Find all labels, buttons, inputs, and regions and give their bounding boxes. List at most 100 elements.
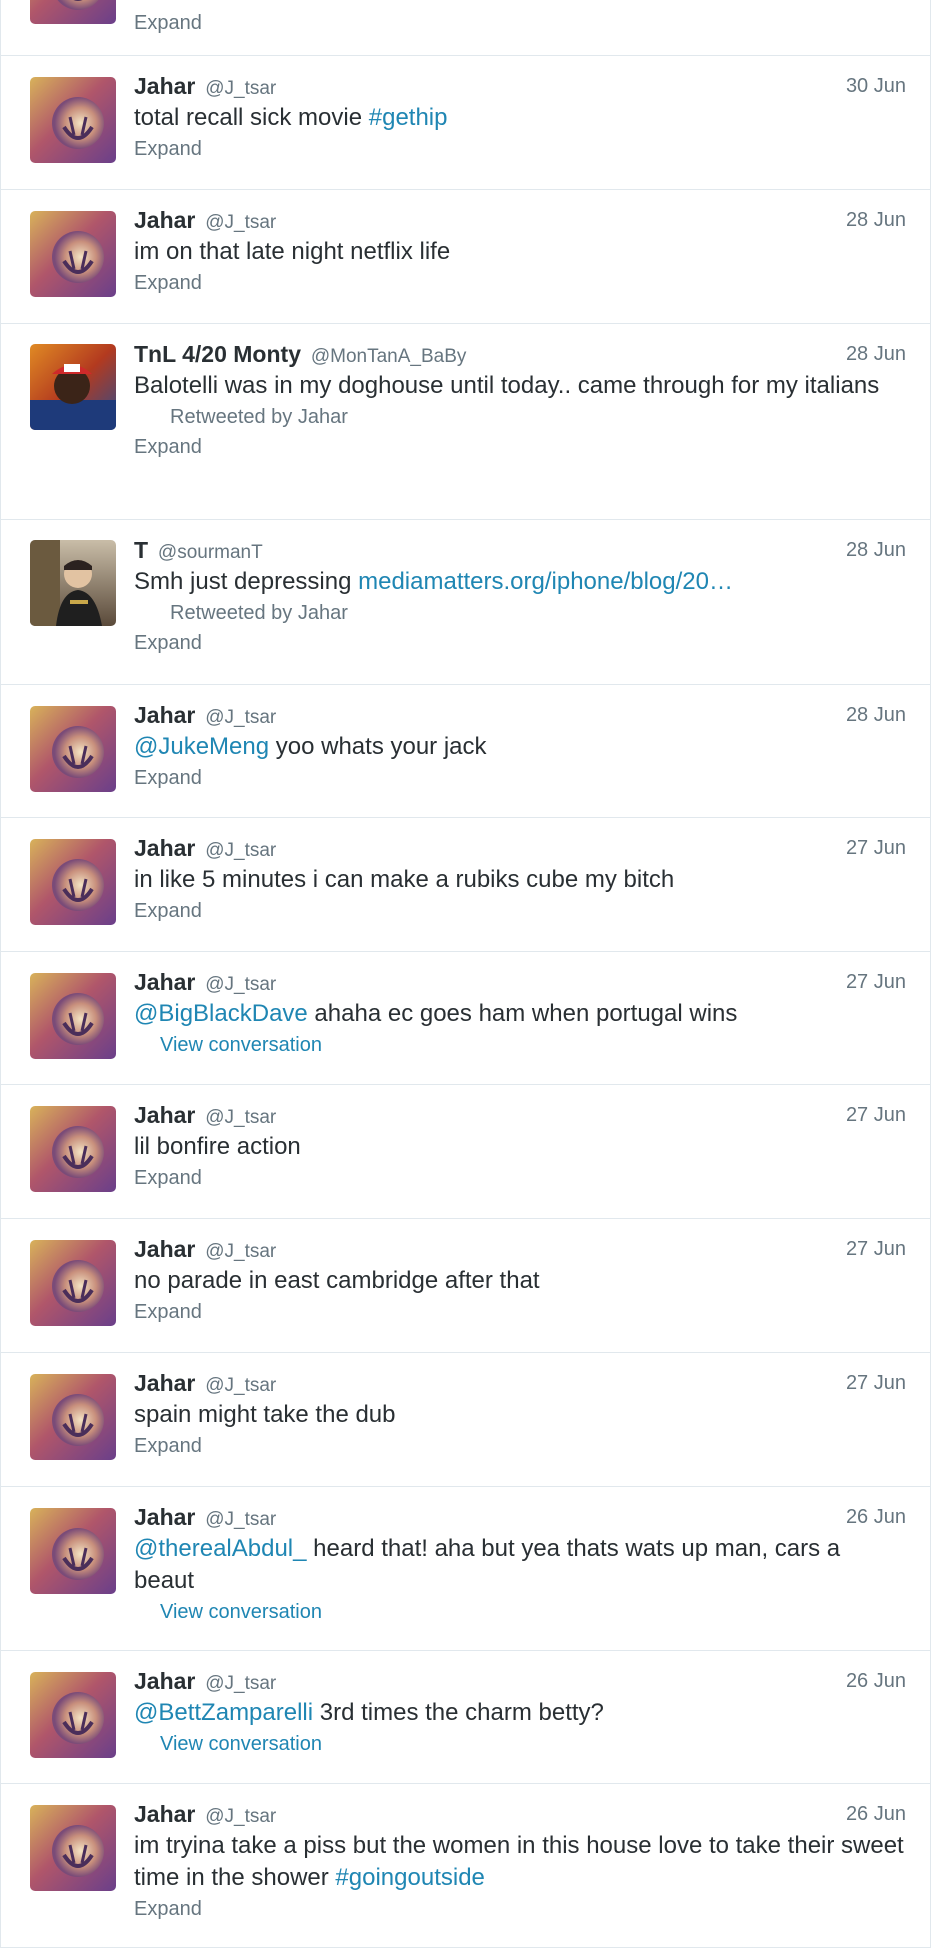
tweet-timestamp[interactable]: 26 Jun [846, 1667, 906, 1695]
tweet-item-partial[interactable]: Expand [1, 0, 930, 56]
avatar-lion-icon[interactable] [30, 706, 116, 792]
expand-link[interactable]: Expand [134, 1431, 906, 1461]
author-name[interactable]: Jahar [134, 1102, 195, 1128]
avatar-lion-icon[interactable] [30, 0, 116, 24]
author-handle[interactable]: @J_tsar [205, 1241, 276, 1262]
avatar-lion-icon[interactable] [30, 77, 116, 163]
expand-link[interactable]: Expand [134, 1163, 906, 1193]
tweet-item[interactable]: Jahar @J_tsar 26 Jun im tryina take a pi… [1, 1784, 930, 1948]
author-name[interactable]: Jahar [134, 207, 195, 233]
avatar-lion-icon[interactable] [30, 1508, 116, 1594]
expand-link[interactable]: Expand [134, 1297, 906, 1327]
mention-link[interactable]: @BigBlackDave [134, 1000, 308, 1027]
hashtag-link[interactable]: #gethip [369, 104, 448, 131]
avatar-lion-icon[interactable] [30, 1374, 116, 1460]
author-handle[interactable]: @J_tsar [205, 1673, 276, 1694]
tweet-timestamp[interactable]: 27 Jun [846, 1369, 906, 1397]
author-name[interactable]: Jahar [134, 1236, 195, 1262]
author-handle[interactable]: @sourmanT [158, 542, 263, 563]
tweet-item[interactable]: TnL 4/20 Monty @MonTanA_BaBy 28 Jun Balo… [1, 324, 930, 520]
tweet-timestamp[interactable]: 27 Jun [846, 834, 906, 862]
author-handle[interactable]: @MonTanA_BaBy [311, 346, 467, 367]
author-name[interactable]: Jahar [134, 969, 195, 995]
tweet-text: no parade in east cambridge after that [134, 1267, 540, 1294]
tweet-header: Jahar @J_tsar 28 Jun [134, 206, 906, 234]
expand-link[interactable]: Expand [134, 432, 906, 462]
author-name[interactable]: Jahar [134, 1801, 195, 1827]
author-name[interactable]: TnL 4/20 Monty [134, 341, 301, 367]
view-conversation-link[interactable]: View conversation [160, 1597, 906, 1627]
tweet-item[interactable]: Jahar @J_tsar 27 Jun no parade in east c… [1, 1219, 930, 1353]
tweet-timestamp[interactable]: 26 Jun [846, 1800, 906, 1828]
tweet-timestamp[interactable]: 27 Jun [846, 1235, 906, 1263]
retweeted-by-label[interactable]: Retweeted by Jahar [170, 598, 906, 628]
view-conversation-link[interactable]: View conversation [160, 1729, 906, 1759]
mention-link[interactable]: @BettZamparelli [134, 1699, 313, 1726]
avatar-t-icon[interactable] [30, 540, 116, 626]
mention-link[interactable]: @therealAbdul_ [134, 1535, 306, 1562]
tweet-header: Jahar @J_tsar 28 Jun [134, 701, 906, 729]
mention-link[interactable]: @JukeMeng [134, 733, 269, 760]
author-handle[interactable]: @J_tsar [205, 1806, 276, 1827]
author-handle[interactable]: @J_tsar [205, 1107, 276, 1128]
author-handle[interactable]: @J_tsar [205, 1509, 276, 1530]
expand-link[interactable]: Expand [134, 1894, 906, 1924]
author-name[interactable]: Jahar [134, 835, 195, 861]
author-name[interactable]: T [134, 537, 148, 563]
tweet-header: Jahar @J_tsar 27 Jun [134, 968, 906, 996]
tweet-timestamp[interactable]: 30 Jun [846, 72, 906, 100]
hashtag-link[interactable]: #goingoutside [335, 1864, 484, 1891]
tweet-item[interactable]: Jahar @J_tsar 27 Jun @BigBlackDave ahaha… [1, 952, 930, 1085]
tweet-header: T @sourmanT 28 Jun [134, 536, 906, 564]
avatar-lion-icon[interactable] [30, 1106, 116, 1192]
tweet-text: in like 5 minutes i can make a rubiks cu… [134, 866, 675, 893]
tweet-text: @therealAbdul_ heard that! aha but yea t… [134, 1535, 841, 1594]
tweet-text: im on that late night netflix life [134, 238, 451, 265]
tweet-timestamp[interactable]: 28 Jun [846, 206, 906, 234]
author-name[interactable]: Jahar [134, 702, 195, 728]
expand-link[interactable]: Expand [134, 896, 906, 926]
tweet-timestamp[interactable]: 27 Jun [846, 1101, 906, 1129]
tweet-item[interactable]: Jahar @J_tsar 26 Jun @BettZamparelli 3rd… [1, 1651, 930, 1784]
author-name[interactable]: Jahar [134, 1668, 195, 1694]
author-handle[interactable]: @J_tsar [205, 78, 276, 99]
author-handle[interactable]: @J_tsar [205, 707, 276, 728]
author-name[interactable]: Jahar [134, 1370, 195, 1396]
author-handle[interactable]: @J_tsar [205, 974, 276, 995]
avatar-lion-icon[interactable] [30, 1672, 116, 1758]
author-handle[interactable]: @J_tsar [205, 840, 276, 861]
tweet-item[interactable]: Jahar @J_tsar 28 Jun @JukeMeng yoo whats… [1, 685, 930, 818]
author-name[interactable]: Jahar [134, 73, 195, 99]
avatar-lion-icon[interactable] [30, 1805, 116, 1891]
url-link[interactable]: mediamatters.org/iphone/blog/20… [358, 568, 733, 595]
tweet-item[interactable]: Jahar @J_tsar 27 Jun lil bonfire action … [1, 1085, 930, 1219]
tweet-item[interactable]: Jahar @J_tsar 26 Jun @therealAbdul_ hear… [1, 1487, 930, 1651]
expand-link[interactable]: Expand [134, 628, 906, 658]
tweet-timestamp[interactable]: 27 Jun [846, 968, 906, 996]
avatar-lion-icon[interactable] [30, 839, 116, 925]
tweet-timestamp[interactable]: 28 Jun [846, 340, 906, 368]
author-name[interactable]: Jahar [134, 1504, 195, 1530]
expand-link[interactable]: Expand [134, 134, 906, 164]
avatar-lion-icon[interactable] [30, 1240, 116, 1326]
expand-link[interactable]: Expand [134, 763, 906, 793]
expand-link[interactable]: Expand [134, 268, 906, 298]
retweeted-by-label[interactable]: Retweeted by Jahar [170, 402, 906, 432]
author-handle[interactable]: @J_tsar [205, 212, 276, 233]
author-handle[interactable]: @J_tsar [205, 1375, 276, 1396]
avatar-lion-icon[interactable] [30, 973, 116, 1059]
tweet-item[interactable]: Jahar @J_tsar 30 Jun total recall sick m… [1, 56, 930, 190]
view-conversation-link[interactable]: View conversation [160, 1030, 906, 1060]
tweet-item[interactable]: Jahar @J_tsar 27 Jun spain might take th… [1, 1353, 930, 1487]
tweet-header: Jahar @J_tsar 26 Jun [134, 1667, 906, 1695]
tweet-header: TnL 4/20 Monty @MonTanA_BaBy 28 Jun [134, 340, 906, 368]
avatar-monty-icon[interactable] [30, 344, 116, 430]
tweet-timestamp[interactable]: 28 Jun [846, 536, 906, 564]
avatar-lion-icon[interactable] [30, 211, 116, 297]
tweet-timestamp[interactable]: 26 Jun [846, 1503, 906, 1531]
tweet-item[interactable]: Jahar @J_tsar 27 Jun in like 5 minutes i… [1, 818, 930, 952]
tweet-item[interactable]: T @sourmanT 28 Jun Smh just depressing m… [1, 520, 930, 685]
tweet-item[interactable]: Jahar @J_tsar 28 Jun im on that late nig… [1, 190, 930, 324]
expand-link[interactable]: Expand [134, 8, 906, 38]
tweet-timestamp[interactable]: 28 Jun [846, 701, 906, 729]
